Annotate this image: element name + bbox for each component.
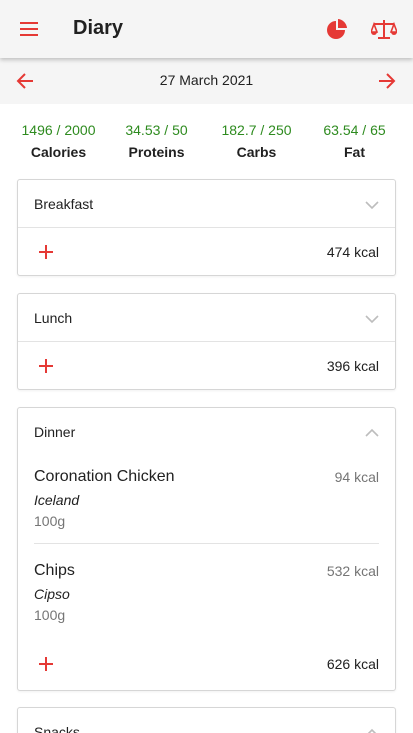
meal-footer-breakfast: 474 kcal (18, 228, 395, 276)
food-name: Coronation Chicken (34, 468, 175, 485)
nutrition-chart-button[interactable] (322, 14, 352, 44)
carbs-label: Carbs (236, 144, 277, 160)
pie-chart-icon (327, 19, 347, 39)
meal-footer-lunch: 396 kcal (18, 342, 395, 390)
food-quantity: 100g (34, 513, 66, 529)
food-name: Chips (34, 562, 75, 579)
meal-footer-dinner: 626 kcal (18, 640, 395, 690)
add-food-button[interactable] (36, 242, 56, 262)
meal-total-kcal: 626 kcal (326, 656, 379, 672)
food-brand: Iceland (34, 492, 80, 508)
food-brand: Cipso (34, 586, 70, 602)
meal-name: Breakfast (34, 196, 94, 212)
calories-label: Calories (30, 144, 87, 160)
plus-icon (39, 657, 53, 671)
scale-icon (371, 20, 397, 39)
meal-card-snacks: Snacks (17, 707, 396, 733)
proteins-value: 34.53 / 50 (125, 122, 188, 138)
summary-carbs: 182.7 / 250 Carbs (205, 122, 308, 160)
chevron-down-icon[interactable] (363, 196, 381, 214)
next-day-button[interactable] (374, 68, 400, 94)
meal-name: Snacks (34, 724, 80, 733)
fat-label: Fat (344, 144, 365, 160)
meal-total-kcal: 474 kcal (326, 244, 379, 260)
nutrition-summary: 1496 / 2000 Calories 34.53 / 50 Proteins… (0, 104, 413, 174)
food-quantity: 100g (34, 607, 66, 623)
current-date[interactable]: 27 March 2021 (0, 72, 413, 88)
app-bar: Diary (0, 0, 413, 58)
chevron-down-icon[interactable] (363, 310, 381, 328)
page-title: Diary (73, 17, 124, 39)
add-food-button[interactable] (36, 356, 56, 376)
arrow-right-icon (379, 73, 396, 89)
summary-calories: 1496 / 2000 Calories (7, 122, 110, 160)
date-navigation: 27 March 2021 (0, 58, 413, 104)
plus-icon (39, 245, 53, 259)
food-entry[interactable]: Coronation Chicken Iceland 100g 94 kcal (34, 450, 379, 544)
summary-proteins: 34.53 / 50 Proteins (105, 122, 208, 160)
meal-name: Dinner (34, 424, 76, 440)
calories-value: 1496 / 2000 (21, 122, 96, 138)
meal-total-kcal: 396 kcal (326, 358, 379, 374)
carbs-value: 182.7 / 250 (221, 122, 292, 138)
plus-icon (39, 359, 53, 373)
proteins-label: Proteins (128, 144, 185, 160)
meal-name: Lunch (34, 310, 73, 326)
chevron-up-icon[interactable] (363, 424, 381, 442)
meal-card-lunch: Lunch 396 kcal (17, 293, 396, 390)
meal-header-snacks[interactable]: Snacks (18, 708, 395, 733)
meal-header-dinner[interactable]: Dinner (18, 408, 395, 456)
fat-value: 63.54 / 65 (323, 122, 386, 138)
food-kcal: 94 kcal (334, 469, 379, 485)
chevron-up-icon[interactable] (363, 724, 381, 733)
meal-card-breakfast: Breakfast 474 kcal (17, 179, 396, 276)
summary-fat: 63.54 / 65 Fat (303, 122, 406, 160)
meal-header-lunch[interactable]: Lunch (18, 294, 395, 342)
meal-card-dinner: Dinner Coronation Chicken Iceland 100g 9… (17, 407, 396, 691)
weight-scale-button[interactable] (369, 14, 399, 44)
meal-header-breakfast[interactable]: Breakfast (18, 180, 395, 228)
menu-icon (20, 22, 38, 36)
food-kcal: 532 kcal (326, 563, 379, 579)
food-entry[interactable]: Chips Cipso 100g 532 kcal (34, 544, 379, 638)
add-food-button[interactable] (36, 654, 56, 674)
menu-button[interactable] (14, 14, 44, 44)
